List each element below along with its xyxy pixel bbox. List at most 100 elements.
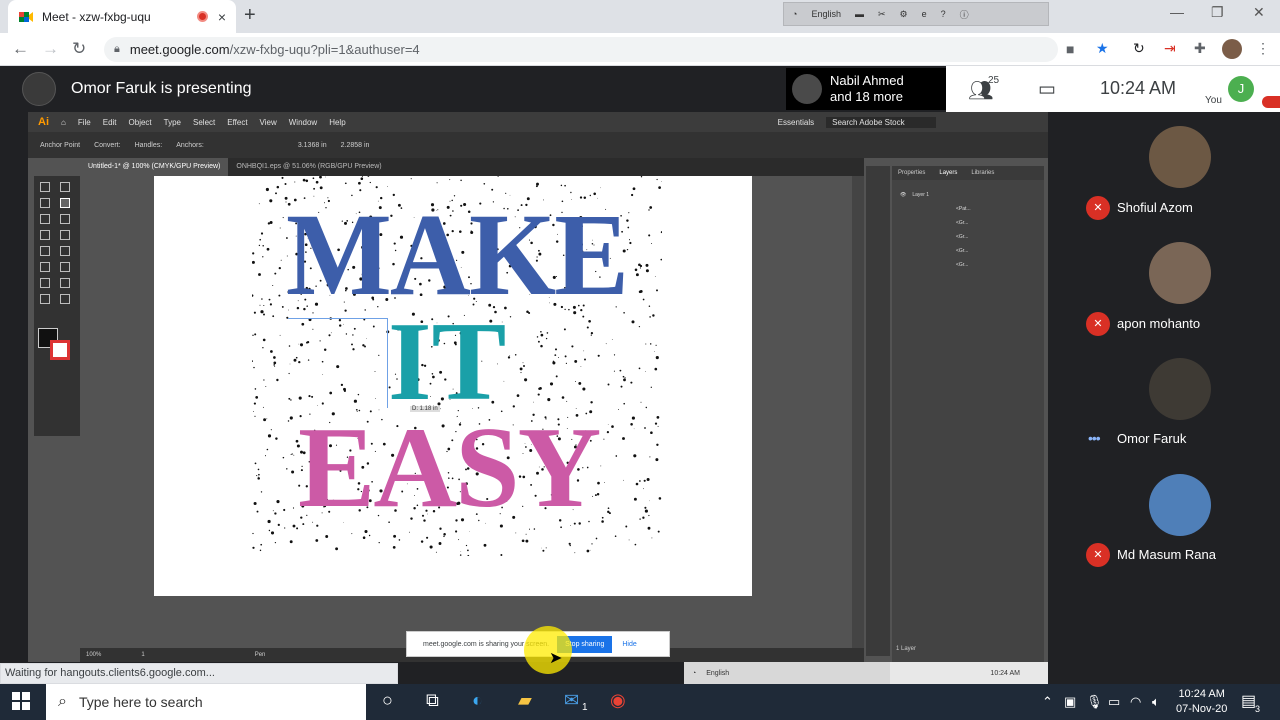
free-transform-tool-icon[interactable] (60, 262, 70, 272)
close-window-button[interactable]: ✕ (1253, 4, 1265, 21)
workspace-switcher[interactable]: Essentials (778, 118, 814, 127)
magic-wand-tool-icon[interactable] (40, 198, 50, 208)
wifi-icon[interactable]: ◠ (1130, 694, 1141, 710)
ime-tool-icon[interactable]: ▬ (855, 9, 864, 19)
menu-item-type[interactable]: Type (164, 118, 181, 127)
menu-item-select[interactable]: Select (193, 118, 215, 127)
menu-item-effect[interactable]: Effect (227, 118, 247, 127)
chat-icon[interactable]: ▭ (1038, 78, 1056, 101)
menu-item-file[interactable]: File (78, 118, 91, 127)
canvas-scrollbar[interactable] (852, 176, 864, 650)
visibility-eye-icon[interactable]: 👁︎ (900, 192, 906, 198)
hand-tool-icon[interactable] (60, 294, 70, 304)
ime-tool-icon[interactable]: ✂ (878, 9, 886, 20)
layer-row[interactable]: <Gr... (896, 230, 1042, 243)
battery-icon[interactable]: ▭ (1108, 694, 1120, 710)
extension-arrow-icon[interactable]: ⇥ (1164, 40, 1176, 57)
avatar[interactable] (1149, 242, 1211, 304)
layer-row[interactable]: <Pat... (896, 202, 1042, 215)
zoom-level[interactable]: 100% (86, 652, 101, 658)
taskbar-search-input[interactable]: ⌕ Type here to search (46, 684, 366, 720)
menu-item-object[interactable]: Object (129, 118, 152, 127)
blend-tool-icon[interactable] (60, 278, 70, 288)
brush-tool-icon[interactable] (60, 214, 70, 224)
camera-icon[interactable]: ■ (1066, 41, 1074, 57)
art-word-it[interactable]: IT (388, 306, 506, 418)
layer-row[interactable]: <Gr... (896, 216, 1042, 229)
pen-tool-icon[interactable] (60, 198, 70, 208)
doc-tab-untitled[interactable]: Untitled-1* @ 100% (CMYK/GPU Preview) (80, 158, 229, 176)
show-hidden-icons-icon[interactable]: ⌃ (1042, 694, 1053, 710)
chrome-icon[interactable]: ◉ (610, 690, 626, 711)
back-arrow-icon[interactable]: ← (12, 39, 29, 59)
task-view-icon[interactable]: ⧉ (426, 690, 439, 711)
pencil-tool-icon[interactable] (40, 230, 50, 240)
reload-icon[interactable]: ↻ (72, 39, 86, 59)
panel-tab-layers[interactable]: Layers (939, 170, 957, 176)
bookmark-star-icon[interactable]: ★ (1096, 40, 1109, 57)
control-convert[interactable]: Convert: (94, 142, 120, 149)
art-word-easy[interactable]: EASY (298, 410, 601, 526)
control-handles[interactable]: Handles: (135, 142, 163, 149)
browser-icon[interactable]: e (922, 9, 927, 19)
cortana-icon[interactable]: ○ (382, 690, 393, 711)
volume-icon[interactable]: 🔈︎ (1152, 694, 1160, 710)
address-bar[interactable]: 🔒︎ meet.google.com /xzw-fxbg-uqu?pli=1&a… (104, 37, 1058, 62)
layer-row[interactable]: <Gr... (896, 244, 1042, 257)
menu-item-edit[interactable]: Edit (103, 118, 117, 127)
edge-icon[interactable]: ◐ (472, 690, 483, 711)
artboard-number[interactable]: 1 (141, 652, 144, 658)
height-field[interactable]: 2.2858 in (341, 142, 370, 149)
type-tool-icon[interactable] (60, 230, 70, 240)
menu-item-window[interactable]: Window (289, 118, 317, 127)
minimize-button[interactable]: — (1170, 4, 1184, 20)
menu-dots-icon[interactable]: ⋮ (1256, 40, 1270, 57)
file-explorer-icon[interactable]: ▰ (518, 690, 532, 711)
microphone-icon[interactable]: 🎙︎ (1086, 694, 1103, 710)
rotate-tool-icon[interactable] (40, 246, 50, 256)
hide-share-bar-button[interactable]: Hide (622, 641, 636, 648)
direct-selection-tool-icon[interactable] (60, 182, 70, 192)
stroke-color-swatch[interactable] (50, 340, 70, 360)
taskbar-clock[interactable]: 10:24 AM 07-Nov-20 (1176, 687, 1227, 717)
art-word-make[interactable]: MAKE (286, 196, 629, 314)
avatar[interactable] (1149, 474, 1211, 536)
tab-close-icon[interactable]: × (218, 9, 226, 25)
browser-tab-meet[interactable]: Meet - xzw-fxbg-uqu × (8, 0, 236, 33)
participant-preview[interactable]: Nabil Ahmed and 18 more (786, 68, 946, 110)
eyedropper-tool-icon[interactable] (40, 278, 50, 288)
zoom-tool-icon[interactable] (40, 294, 50, 304)
gear-icon[interactable]: ⚙ (900, 9, 908, 20)
home-icon[interactable]: ⌂ (61, 118, 66, 127)
layer-row[interactable]: <Gr... (896, 258, 1042, 271)
rectangle-tool-icon[interactable] (40, 214, 50, 224)
profile-avatar[interactable] (1222, 39, 1242, 59)
stock-search-input[interactable]: Search Adobe Stock (826, 116, 937, 128)
help-icon[interactable]: ? (941, 9, 946, 19)
menu-item-help[interactable]: Help (329, 118, 345, 127)
avatar[interactable] (1149, 358, 1211, 420)
eraser-tool-icon[interactable] (60, 246, 70, 256)
windows-start-icon[interactable] (12, 692, 30, 710)
new-tab-button[interactable]: + (244, 4, 256, 27)
mail-icon[interactable]: ✉ (564, 690, 579, 711)
width-field[interactable]: 3.1368 in (298, 142, 327, 149)
maximize-button[interactable]: ❐ (1211, 4, 1224, 21)
info-icon[interactable]: ⓘ (960, 8, 969, 21)
panel-tab-libraries[interactable]: Libraries (971, 170, 994, 176)
extensions-puzzle-icon[interactable]: ✚ (1194, 40, 1206, 57)
panel-tab-properties[interactable]: Properties (898, 170, 925, 176)
selection-tool-icon[interactable] (40, 182, 50, 192)
control-anchors[interactable]: Anchors: (176, 142, 204, 149)
menu-item-view[interactable]: View (260, 118, 277, 127)
extension-sync-icon[interactable]: ↻ (1133, 40, 1145, 57)
warp-tool-icon[interactable] (40, 262, 50, 272)
device-icon[interactable]: ▣ (1064, 694, 1076, 710)
layer-row[interactable]: 👁︎ Layer 1 (896, 188, 1042, 201)
avatar[interactable] (1149, 126, 1211, 188)
notification-icon[interactable]: ▤ (1241, 691, 1256, 711)
doc-tab-eps[interactable]: ONHBQI1.eps @ 51.06% (RGB/GPU Preview) (228, 158, 389, 176)
self-avatar[interactable]: J (1228, 76, 1254, 102)
input-method-toolbar[interactable]: ◔ English ▬ ✂ ⚙ e ? ⓘ (783, 2, 1049, 26)
forward-arrow-icon[interactable]: → (42, 39, 59, 59)
